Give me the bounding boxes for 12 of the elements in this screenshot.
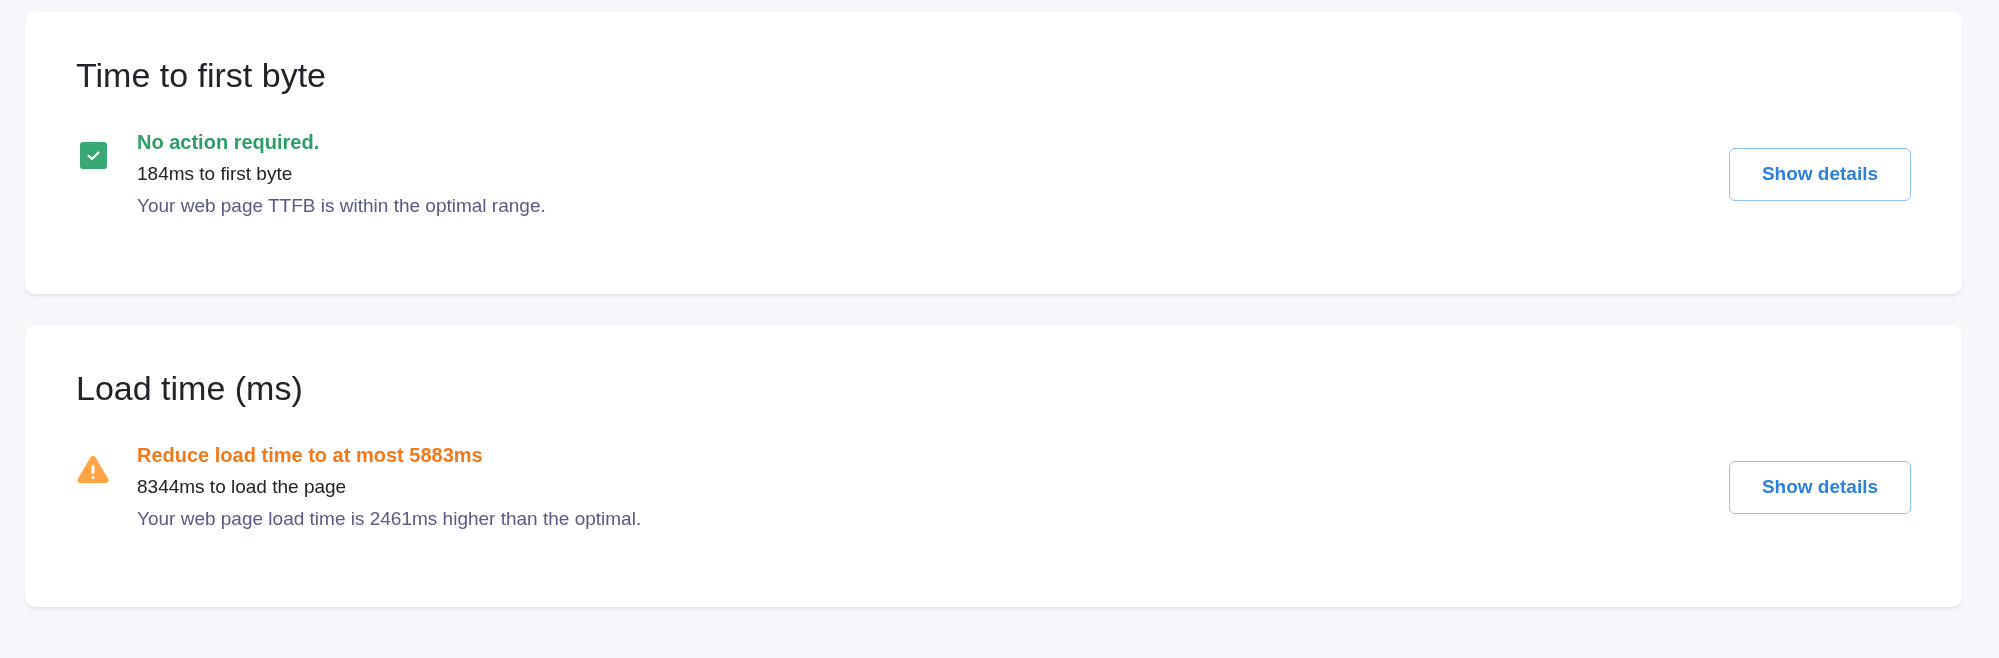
card-title: Time to first byte [76, 55, 328, 95]
show-details-button[interactable]: Show details [1729, 460, 1911, 514]
metric-text: 184ms to first byte [137, 162, 294, 186]
warning-icon [77, 455, 109, 483]
show-details-button[interactable]: Show details [1729, 147, 1911, 201]
card-title: Load time (ms) [76, 368, 304, 408]
detail-text: Your web page TTFB is within the optimal range. [137, 194, 547, 218]
status-headline: Reduce load time to at most 5883ms [137, 443, 484, 468]
check-icon [80, 142, 107, 169]
status-headline: No action required. [137, 130, 321, 155]
detail-text: Your web page load time is 2461ms higher than the optimal. [137, 507, 643, 531]
metric-text: 8344ms to load the page [137, 475, 348, 499]
